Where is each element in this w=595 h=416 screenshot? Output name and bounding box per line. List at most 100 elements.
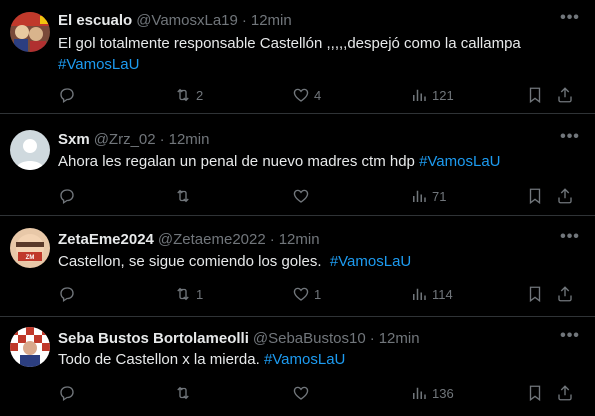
like-icon <box>292 86 310 104</box>
share-button[interactable] <box>556 383 574 403</box>
retweet-icon <box>174 285 192 303</box>
like-button[interactable] <box>292 383 314 403</box>
like-button[interactable]: 4 <box>292 85 321 105</box>
tweet[interactable]: Sxm @Zrz_02 · 12min ••• Ahora les regala… <box>0 114 595 216</box>
bookmark-button[interactable] <box>526 383 544 403</box>
hashtag-link[interactable]: #VamosLaU <box>330 253 411 270</box>
tweet-text: Castellon, se sigue comiendo los goles. … <box>58 251 578 272</box>
retweet-icon <box>174 187 192 205</box>
share-icon <box>556 384 574 402</box>
more-icon[interactable]: ••• <box>559 10 581 32</box>
views-icon <box>410 187 428 205</box>
reply-icon <box>58 384 76 402</box>
tweet-header: ZetaEme2024 @Zetaeme2022 · 12min <box>58 229 320 249</box>
avatar[interactable] <box>10 327 50 367</box>
user-handle[interactable]: @Zetaeme2022 <box>158 231 266 248</box>
timestamp[interactable]: 12min <box>251 12 292 29</box>
timestamp[interactable]: 12min <box>379 330 420 347</box>
retweets-count: 1 <box>196 286 204 302</box>
tweet-text-content: Castellon, se sigue comiendo los goles. <box>58 253 322 270</box>
hashtag-link[interactable]: #VamosLaU <box>58 56 139 73</box>
like-button[interactable]: 1 <box>292 284 321 304</box>
retweet-button[interactable]: 1 <box>174 284 203 304</box>
display-name[interactable]: El escualo <box>58 12 132 29</box>
reply-icon <box>58 285 76 303</box>
avatar[interactable] <box>10 130 50 170</box>
retweet-icon <box>174 86 192 104</box>
avatar[interactable] <box>10 12 50 52</box>
retweet-button[interactable] <box>174 186 196 206</box>
tweet-actions: 2 4 121 <box>58 85 585 105</box>
like-icon <box>292 384 310 402</box>
display-name[interactable]: Seba Bustos Bortolameolli <box>58 330 249 347</box>
bookmark-button[interactable] <box>526 186 544 206</box>
like-icon <box>292 285 310 303</box>
more-icon[interactable]: ••• <box>559 328 581 350</box>
views-button[interactable]: 71 <box>410 186 446 206</box>
bookmark-icon <box>526 384 544 402</box>
tweet-actions: 1 1 114 <box>58 284 585 304</box>
reply-button[interactable] <box>58 284 80 304</box>
separator: · <box>269 230 275 248</box>
bookmark-icon <box>526 86 544 104</box>
bookmark-button[interactable] <box>526 85 544 105</box>
svg-text:ZM: ZM <box>26 255 35 261</box>
likes-count: 1 <box>314 286 322 302</box>
tweet[interactable]: El escualo @VamosxLa19 · 12min ••• El go… <box>0 0 595 114</box>
reply-button[interactable] <box>58 383 80 403</box>
reply-icon <box>58 187 76 205</box>
tweet-header: Sxm @Zrz_02 · 12min <box>58 129 209 149</box>
timestamp[interactable]: 12min <box>279 231 320 248</box>
share-icon <box>556 86 574 104</box>
tweet[interactable]: Seba Bustos Bortolameolli @SebaBustos10 … <box>0 317 595 416</box>
tweet[interactable]: ZM ZetaEme2024 @Zetaeme2022 · 12min ••• … <box>0 216 595 317</box>
hashtag-link[interactable]: #VamosLaU <box>264 351 345 368</box>
bookmark-button[interactable] <box>526 284 544 304</box>
share-icon <box>556 285 574 303</box>
views-button[interactable]: 121 <box>410 85 454 105</box>
views-button[interactable]: 114 <box>410 284 453 304</box>
like-button[interactable] <box>292 186 314 206</box>
retweet-icon <box>174 384 192 402</box>
separator: · <box>241 11 247 29</box>
avatar[interactable]: ZM <box>10 228 50 268</box>
retweet-button[interactable]: 2 <box>174 85 203 105</box>
views-count: 121 <box>432 87 454 103</box>
display-name[interactable]: ZetaEme2024 <box>58 231 154 248</box>
display-name[interactable]: Sxm <box>58 131 90 148</box>
timestamp[interactable]: 12min <box>169 131 210 148</box>
reply-button[interactable] <box>58 85 80 105</box>
views-icon <box>410 285 428 303</box>
separator: · <box>159 130 165 148</box>
reply-icon <box>58 86 76 104</box>
tweet-text: Todo de Castellon x la mierda. #VamosLaU <box>58 349 578 370</box>
tweet-header: Seba Bustos Bortolameolli @SebaBustos10 … <box>58 328 420 348</box>
views-icon <box>410 86 428 104</box>
views-icon <box>410 384 428 402</box>
more-icon[interactable]: ••• <box>559 129 581 151</box>
hashtag-link[interactable]: #VamosLaU <box>419 153 500 170</box>
tweet-header: El escualo @VamosxLa19 · 12min <box>58 10 292 30</box>
views-count: 71 <box>432 188 447 204</box>
retweet-button[interactable] <box>174 383 196 403</box>
likes-count: 4 <box>314 87 322 103</box>
tweet-text-content: Todo de Castellon x la mierda. <box>58 351 260 368</box>
user-handle[interactable]: @SebaBustos10 <box>253 330 366 347</box>
retweets-count: 2 <box>196 87 204 103</box>
tweet-text: El gol totalmente responsable Castellón … <box>58 33 578 75</box>
tweet-text: Ahora les regalan un penal de nuevo madr… <box>58 151 578 172</box>
tweet-text-content: Ahora les regalan un penal de nuevo madr… <box>58 153 415 170</box>
user-handle[interactable]: @Zrz_02 <box>94 131 156 148</box>
views-button[interactable]: 136 <box>410 383 454 403</box>
reply-button[interactable] <box>58 186 80 206</box>
bookmark-icon <box>526 187 544 205</box>
more-icon[interactable]: ••• <box>559 229 581 251</box>
share-icon <box>556 187 574 205</box>
share-button[interactable] <box>556 186 574 206</box>
views-count: 136 <box>432 385 454 401</box>
tweet-actions: 71 <box>58 186 585 206</box>
user-handle[interactable]: @VamosxLa19 <box>136 12 238 29</box>
share-button[interactable] <box>556 85 574 105</box>
tweet-actions: 136 <box>58 383 585 403</box>
share-button[interactable] <box>556 284 574 304</box>
